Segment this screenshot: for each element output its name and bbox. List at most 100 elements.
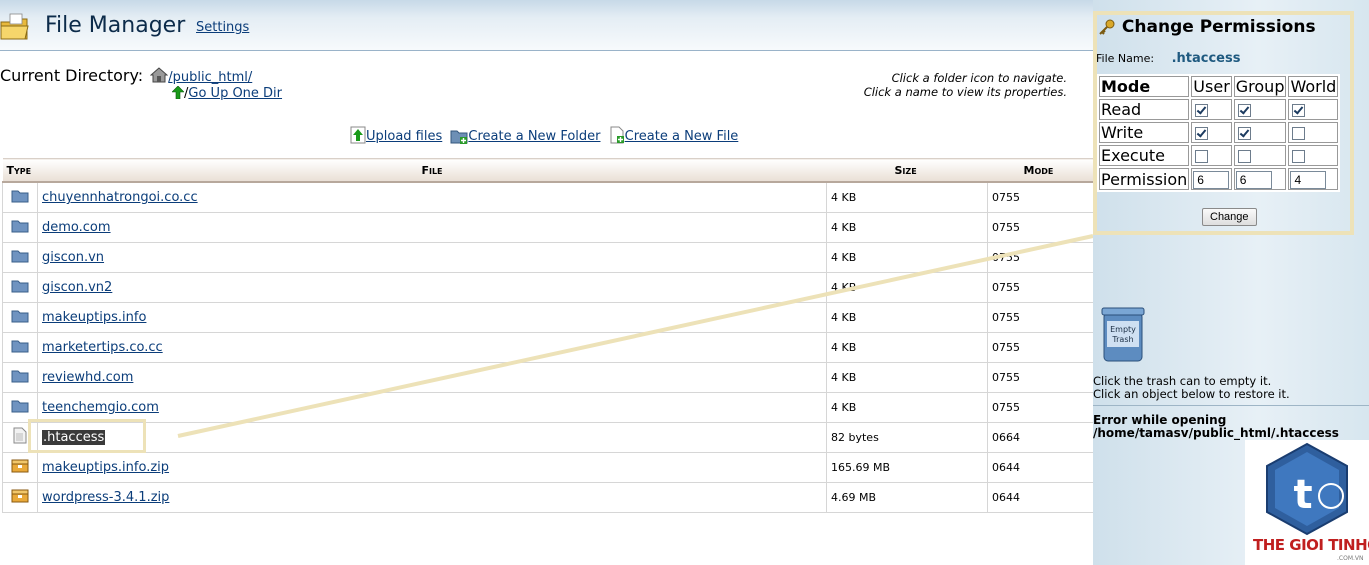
permission-row-label: Read	[1099, 99, 1190, 120]
svg-text:t: t	[1293, 472, 1312, 518]
group-read-checkbox[interactable]	[1237, 104, 1251, 117]
file-name-link[interactable]: giscon.vn2	[42, 280, 112, 295]
perm-header-user: User	[1191, 76, 1232, 97]
create-file-link[interactable]: Create a New File	[625, 129, 739, 144]
row-mode-cell: 0755	[987, 242, 1093, 273]
folder-icon[interactable]	[11, 280, 29, 297]
row-name-cell: giscon.vn	[37, 242, 827, 273]
file-name-link[interactable]: reviewhd.com	[42, 370, 133, 385]
permission-row-label: Execute	[1099, 145, 1190, 166]
table-row[interactable]: reviewhd.com 4 KB 0755	[2, 362, 1093, 393]
current-path-link[interactable]: /public_html/	[168, 70, 252, 85]
file-name-label: File Name:	[1096, 52, 1155, 65]
row-size-cell: 82 bytes	[826, 422, 988, 453]
create-folder-action[interactable]: Create a New Folder	[450, 128, 601, 144]
table-row[interactable]: makeuptips.info.zip 165.69 MB 0644	[2, 452, 1093, 483]
world-write-checkbox[interactable]	[1292, 127, 1306, 140]
perm-header-group: Group	[1233, 76, 1287, 97]
table-row[interactable]: demo.com 4 KB 0755	[2, 212, 1093, 243]
row-size-cell: 165.69 MB	[826, 452, 988, 483]
archive-icon[interactable]	[11, 489, 29, 507]
permissions-table: Mode User Group World Read Write Execute P…	[1097, 74, 1341, 192]
table-row[interactable]: marketertips.co.cc 4 KB 0755	[2, 332, 1093, 363]
up-arrow-icon[interactable]	[172, 86, 184, 99]
change-button[interactable]: Change	[1202, 208, 1257, 226]
trash-help-line-2: Click an object below to restore it.	[1093, 387, 1290, 401]
file-name-link[interactable]: giscon.vn	[42, 250, 104, 265]
current-directory-label: Current Directory:	[0, 66, 144, 85]
folder-icon[interactable]	[11, 250, 29, 267]
file-name-link[interactable]: makeuptips.info	[42, 310, 146, 325]
table-row[interactable]: makeuptips.info 4 KB 0755	[2, 302, 1093, 333]
table-row[interactable]: giscon.vn 4 KB 0755	[2, 242, 1093, 273]
row-size-cell: 4 KB	[826, 362, 988, 393]
world-execute-checkbox[interactable]	[1292, 150, 1306, 163]
row-mode-cell: 0644	[987, 452, 1093, 483]
file-icon[interactable]	[13, 427, 27, 448]
folder-icon[interactable]	[11, 400, 29, 417]
create-file-action[interactable]: Create a New File	[609, 126, 739, 144]
folder-icon[interactable]	[11, 310, 29, 327]
upload-files-link[interactable]: Upload files	[366, 129, 442, 144]
folder-icon[interactable]	[11, 340, 29, 357]
row-name-cell: demo.com	[37, 212, 827, 243]
upload-icon	[350, 126, 366, 144]
row-mode-cell: 0664	[987, 422, 1093, 453]
brand-logo-icon: t	[1266, 442, 1348, 536]
trash-help: Click the trash can to empty it. Click a…	[1093, 375, 1290, 401]
settings-link[interactable]: Settings	[196, 20, 249, 35]
permission-row: Write	[1099, 122, 1339, 143]
column-size-header: Size	[826, 158, 988, 183]
row-type-cell	[2, 272, 38, 303]
world-read-checkbox[interactable]	[1292, 104, 1306, 117]
row-type-cell	[2, 182, 38, 213]
error-message: Error while opening /home/tamasv/public_…	[1093, 414, 1339, 440]
file-name-link[interactable]: marketertips.co.cc	[42, 340, 163, 355]
archive-icon[interactable]	[11, 459, 29, 477]
file-name-value: .htaccess	[1171, 51, 1241, 66]
header-bar: File Manager Settings	[0, 0, 1093, 51]
row-name-cell: makeuptips.info	[37, 302, 827, 333]
table-row[interactable]: chuyennhatrongoi.co.cc 4 KB 0755	[2, 182, 1093, 213]
file-name-link[interactable]: chuyennhatrongoi.co.cc	[42, 190, 198, 205]
upload-files-action[interactable]: Upload files	[350, 126, 442, 144]
user-write-checkbox[interactable]	[1195, 127, 1209, 140]
user-read-checkbox[interactable]	[1195, 104, 1209, 117]
table-header-row: Type File Size Mode	[2, 158, 1093, 183]
row-name-cell: makeuptips.info.zip	[37, 452, 827, 483]
folder-icon[interactable]	[11, 370, 29, 387]
row-type-cell	[2, 452, 38, 483]
user-permission-input[interactable]	[1193, 171, 1230, 189]
selection-highlight-frame	[28, 419, 146, 453]
folder-icon[interactable]	[11, 220, 29, 237]
change-permissions-panel: Change Permissions File Name: .htaccess …	[1093, 11, 1354, 235]
go-up-one-dir-link[interactable]: Go Up One Dir	[188, 86, 282, 101]
file-name-link[interactable]: demo.com	[42, 220, 111, 235]
row-size-cell: 4 KB	[826, 272, 988, 303]
file-name-link[interactable]: teenchemgio.com	[42, 400, 159, 415]
row-mode-cell: 0755	[987, 392, 1093, 423]
group-execute-checkbox[interactable]	[1237, 150, 1251, 163]
row-type-cell	[2, 242, 38, 273]
group-permission-input[interactable]	[1235, 171, 1272, 189]
trash-label-2: Trash	[1111, 335, 1133, 344]
table-row[interactable]: wordpress-3.4.1.zip 4.69 MB 0644	[2, 482, 1093, 513]
row-mode-cell: 0755	[987, 302, 1093, 333]
hint-line-1: Click a folder icon to navigate.	[891, 71, 1067, 85]
file-name-link[interactable]: wordpress-3.4.1.zip	[42, 490, 169, 505]
table-row[interactable]: teenchemgio.com 4 KB 0755	[2, 392, 1093, 423]
create-folder-link[interactable]: Create a New Folder	[468, 129, 600, 144]
brand-watermark: t THE GIOI TINHOC .COM.VN	[1245, 440, 1369, 565]
perm-header-world: World	[1288, 76, 1339, 97]
trash-icon[interactable]: Empty Trash	[1101, 305, 1145, 363]
brand-text: THE GIOI TINHOC	[1253, 536, 1369, 554]
folder-icon[interactable]	[11, 190, 29, 207]
world-permission-input[interactable]	[1290, 171, 1327, 189]
home-icon[interactable]	[150, 67, 169, 83]
group-write-checkbox[interactable]	[1237, 127, 1251, 140]
table-row[interactable]: giscon.vn2 4 KB 0755	[2, 272, 1093, 303]
table-row[interactable]: .htaccess 82 bytes 0664	[2, 422, 1093, 453]
user-execute-checkbox[interactable]	[1195, 150, 1209, 163]
file-name-link[interactable]: makeuptips.info.zip	[42, 460, 169, 475]
new-folder-icon	[450, 130, 468, 144]
